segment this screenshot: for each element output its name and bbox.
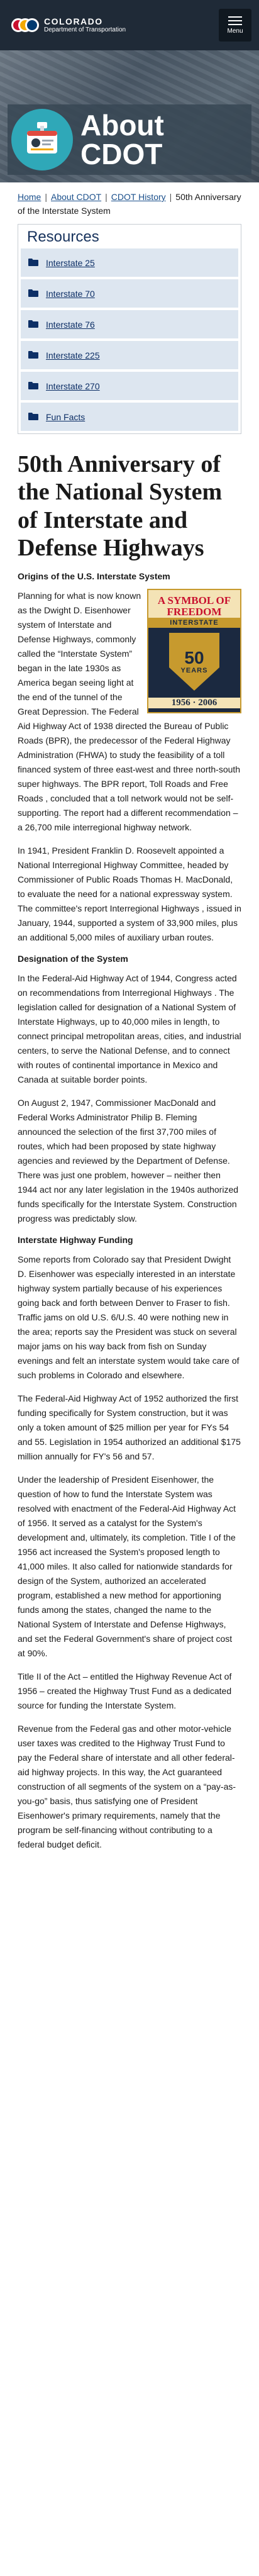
resources-list: Interstate 25 Interstate 70 Interstate 76 I…: [18, 248, 241, 431]
resource-item[interactable]: Interstate 25: [21, 248, 238, 277]
brand-text: COLORADO Department of Transportation: [44, 16, 126, 34]
brand-state: COLORADO: [44, 16, 103, 27]
body-paragraph: Some reports from Colorado say that Pres…: [18, 1254, 240, 1380]
resource-link[interactable]: Interstate 25: [46, 258, 95, 268]
interstate-50-years-badge: A SYMBOL OF FREEDOM INTERSTATE 50 YEARS 1956…: [147, 588, 241, 713]
breadcrumb-home[interactable]: Home: [18, 192, 41, 202]
folder-icon: [28, 412, 38, 422]
badge-years: 1956 · 2006: [148, 697, 240, 708]
resource-item[interactable]: Interstate 70: [21, 279, 238, 308]
badge-years-word: YEARS: [180, 666, 208, 674]
article-body: Origins of the U.S. Interstate System A S…: [18, 571, 241, 1852]
main-content: Home | About CDOT | CDOT History | 50th Annive…: [0, 182, 259, 1886]
folder-icon: [28, 289, 38, 299]
resource-link[interactable]: Interstate 225: [46, 350, 100, 360]
hamburger-icon: [228, 16, 242, 25]
body-paragraph: In the Federal-Aid Highway Act of 1944, …: [18, 973, 241, 1084]
resource-link[interactable]: Interstate 70: [46, 289, 95, 299]
body-paragraph: The Federal-Aid Highway Act of 1952 auth…: [18, 1393, 241, 1461]
breadcrumb-separator: |: [45, 192, 47, 202]
body-paragraph: Title II of the Act – entitled the Highw…: [18, 1671, 232, 1710]
body-paragraph: In 1941, President Franklin D. Roosevelt…: [18, 845, 241, 942]
brand-dept: Department of Transportation: [44, 26, 126, 34]
breadcrumb-separator: |: [169, 192, 172, 202]
folder-icon: [28, 320, 38, 330]
folder-icon: [28, 350, 38, 360]
brand-link[interactable]: COLORADO Department of Transportation: [11, 16, 126, 35]
resource-item[interactable]: Interstate 76: [21, 310, 238, 338]
badge-top: A SYMBOL OF FREEDOM: [148, 589, 240, 618]
breadcrumb-separator: |: [105, 192, 107, 202]
cdot-logo: [11, 16, 39, 35]
hero-band: About CDOT: [8, 104, 251, 175]
folder-icon: [28, 381, 38, 391]
id-badge-icon: [11, 109, 73, 170]
hero-banner: About CDOT: [0, 50, 259, 182]
section-heading: Designation of the System: [18, 953, 128, 964]
body-paragraph: Revenue from the Federal gas and other m…: [18, 1723, 236, 1849]
folder-icon: [28, 258, 38, 268]
body-paragraph: On August 2, 1947, Commissioner MacDonal…: [18, 1097, 239, 1224]
page-title: 50th Anniversary of the National System …: [18, 451, 223, 562]
resources-title: Resources: [27, 228, 99, 245]
breadcrumb-about[interactable]: About CDOT: [51, 192, 101, 202]
resource-link[interactable]: Fun Facts: [46, 412, 85, 422]
menu-button[interactable]: Menu: [219, 9, 251, 42]
interstate-shield-icon: 50 YEARS: [169, 632, 219, 691]
badge-number: 50: [184, 647, 204, 667]
badge-ribbon: INTERSTATE: [148, 617, 240, 628]
breadcrumb-history[interactable]: CDOT History: [111, 192, 166, 202]
resource-item[interactable]: Interstate 225: [21, 341, 238, 369]
resource-item[interactable]: Fun Facts: [21, 403, 238, 431]
section-heading: Interstate Highway Funding: [18, 1234, 133, 1245]
resource-link[interactable]: Interstate 76: [46, 320, 95, 330]
resource-item[interactable]: Interstate 270: [21, 372, 238, 400]
hero-title: About CDOT: [80, 109, 164, 170]
breadcrumb: Home | About CDOT | CDOT History | 50th Annive…: [18, 190, 241, 218]
resource-link[interactable]: Interstate 270: [46, 381, 100, 391]
section-heading: Origins of the U.S. Interstate System: [18, 571, 170, 581]
body-paragraph: Under the leadership of President Eisenh…: [18, 1474, 236, 1658]
site-header: COLORADO Department of Transportation Me…: [0, 0, 259, 50]
resources-panel: Resources Interstate 25 Interstate 70 Inte…: [18, 224, 241, 434]
menu-label: Menu: [227, 27, 243, 35]
